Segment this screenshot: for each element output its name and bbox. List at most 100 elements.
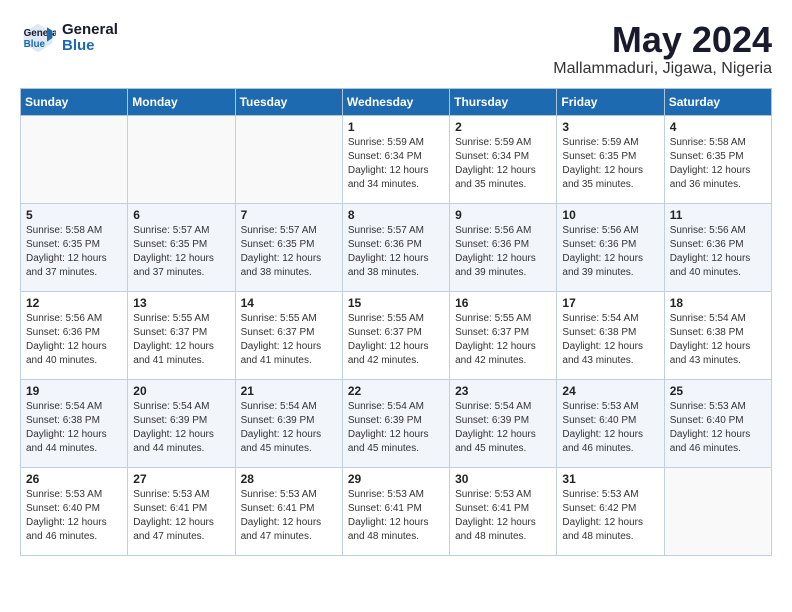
day-number: 8 (348, 208, 444, 222)
calendar-cell: 27Sunrise: 5:53 AMSunset: 6:41 PMDayligh… (128, 467, 235, 555)
day-number: 1 (348, 120, 444, 134)
calendar-cell (235, 115, 342, 203)
calendar-week-row: 19Sunrise: 5:54 AMSunset: 6:38 PMDayligh… (21, 379, 772, 467)
calendar-cell: 24 Sunrise: 5:53 AMSunset: 6:40 PMDayligh… (557, 379, 664, 467)
day-number: 13 (133, 296, 229, 310)
day-detail: Sunrise: 5:59 AMSunset: 6:35 PMDaylight:… (562, 136, 658, 192)
calendar-cell: 26 Sunrise: 5:53 AMSunset: 6:40 PMDayligh… (21, 467, 128, 555)
day-number: 29 (348, 472, 444, 486)
weekday-header-cell: Friday (557, 88, 664, 115)
day-number: 19 (26, 384, 122, 398)
day-detail: Sunrise: 5:59 AMSunset: 6:34 PMDaylight:… (455, 136, 551, 192)
calendar-cell: 22 Sunrise: 5:54 AMSunset: 6:39 PMDayligh… (342, 379, 449, 467)
weekday-header-cell: Thursday (450, 88, 557, 115)
calendar-cell: 28Sunrise: 5:53 AMSunset: 6:41 PMDayligh… (235, 467, 342, 555)
day-detail: Sunrise: 5:54 AMSunset: 6:39 PMDaylight:… (348, 400, 444, 456)
day-detail: Sunrise: 5:55 AMSunset: 6:37 PMDaylight:… (133, 312, 229, 368)
day-number: 5 (26, 208, 122, 222)
day-detail: Sunrise: 5:53 AMSunset: 6:40 PMDaylight:… (26, 488, 122, 544)
calendar-cell: 12Sunrise: 5:56 AMSunset: 6:36 PMDayligh… (21, 291, 128, 379)
day-detail: Sunrise: 5:53 AMSunset: 6:40 PMDaylight:… (670, 400, 766, 456)
page-header: General Blue General Blue May 2024 Malla… (20, 20, 772, 78)
weekday-header-cell: Monday (128, 88, 235, 115)
day-number: 26 (26, 472, 122, 486)
svg-text:Blue: Blue (24, 39, 46, 50)
calendar-body: 1 Sunrise: 5:59 AMSunset: 6:34 PMDaylight… (21, 115, 772, 555)
calendar-cell (21, 115, 128, 203)
day-detail: Sunrise: 5:59 AMSunset: 6:34 PMDaylight:… (348, 136, 444, 192)
calendar-cell: 17 Sunrise: 5:54 AMSunset: 6:38 PMDayligh… (557, 291, 664, 379)
logo-text-blue: Blue (62, 38, 118, 55)
calendar-cell: 3 Sunrise: 5:59 AMSunset: 6:35 PMDaylight… (557, 115, 664, 203)
weekday-header-cell: Saturday (664, 88, 771, 115)
calendar-cell: 6Sunrise: 5:57 AMSunset: 6:35 PMDaylight… (128, 203, 235, 291)
day-number: 21 (241, 384, 337, 398)
calendar-cell: 21Sunrise: 5:54 AMSunset: 6:39 PMDayligh… (235, 379, 342, 467)
calendar-cell: 4 Sunrise: 5:58 AMSunset: 6:35 PMDaylight… (664, 115, 771, 203)
calendar-cell: 14Sunrise: 5:55 AMSunset: 6:37 PMDayligh… (235, 291, 342, 379)
calendar-cell: 15 Sunrise: 5:55 AMSunset: 6:37 PMDayligh… (342, 291, 449, 379)
calendar-cell: 25 Sunrise: 5:53 AMSunset: 6:40 PMDayligh… (664, 379, 771, 467)
day-number: 17 (562, 296, 658, 310)
logo-icon: General Blue (20, 20, 56, 56)
day-detail: Sunrise: 5:54 AMSunset: 6:38 PMDaylight:… (562, 312, 658, 368)
day-detail: Sunrise: 5:53 AMSunset: 6:41 PMDaylight:… (348, 488, 444, 544)
calendar-cell: 9 Sunrise: 5:56 AMSunset: 6:36 PMDaylight… (450, 203, 557, 291)
calendar-cell (128, 115, 235, 203)
weekday-header-cell: Sunday (21, 88, 128, 115)
day-number: 11 (670, 208, 766, 222)
calendar-cell: 13 Sunrise: 5:55 AMSunset: 6:37 PMDayligh… (128, 291, 235, 379)
day-number: 10 (562, 208, 658, 222)
day-detail: Sunrise: 5:53 AMSunset: 6:40 PMDaylight:… (562, 400, 658, 456)
day-number: 3 (562, 120, 658, 134)
day-detail: Sunrise: 5:57 AMSunset: 6:35 PMDaylight:… (241, 224, 337, 280)
day-detail: Sunrise: 5:53 AMSunset: 6:41 PMDaylight:… (241, 488, 337, 544)
calendar-week-row: 26 Sunrise: 5:53 AMSunset: 6:40 PMDayligh… (21, 467, 772, 555)
day-number: 18 (670, 296, 766, 310)
day-detail: Sunrise: 5:53 AMSunset: 6:41 PMDaylight:… (455, 488, 551, 544)
title-block: May 2024 Mallammaduri, Jigawa, Nigeria (553, 20, 772, 78)
day-number: 9 (455, 208, 551, 222)
weekday-header-cell: Wednesday (342, 88, 449, 115)
day-number: 24 (562, 384, 658, 398)
day-number: 20 (133, 384, 229, 398)
logo-text-general: General (62, 22, 118, 39)
logo: General Blue General Blue (20, 20, 118, 56)
day-number: 30 (455, 472, 551, 486)
day-detail: Sunrise: 5:57 AMSunset: 6:36 PMDaylight:… (348, 224, 444, 280)
calendar-cell: 16Sunrise: 5:55 AMSunset: 6:37 PMDayligh… (450, 291, 557, 379)
calendar-cell (664, 467, 771, 555)
calendar-week-row: 5Sunrise: 5:58 AMSunset: 6:35 PMDaylight… (21, 203, 772, 291)
day-detail: Sunrise: 5:56 AMSunset: 6:36 PMDaylight:… (455, 224, 551, 280)
calendar-cell: 5Sunrise: 5:58 AMSunset: 6:35 PMDaylight… (21, 203, 128, 291)
day-number: 4 (670, 120, 766, 134)
month-year-title: May 2024 (553, 20, 772, 60)
day-detail: Sunrise: 5:55 AMSunset: 6:37 PMDaylight:… (348, 312, 444, 368)
calendar-cell: 8 Sunrise: 5:57 AMSunset: 6:36 PMDaylight… (342, 203, 449, 291)
day-detail: Sunrise: 5:54 AMSunset: 6:39 PMDaylight:… (455, 400, 551, 456)
day-number: 14 (241, 296, 337, 310)
calendar-cell: 31 Sunrise: 5:53 AMSunset: 6:42 PMDayligh… (557, 467, 664, 555)
day-detail: Sunrise: 5:58 AMSunset: 6:35 PMDaylight:… (670, 136, 766, 192)
day-number: 7 (241, 208, 337, 222)
day-detail: Sunrise: 5:56 AMSunset: 6:36 PMDaylight:… (562, 224, 658, 280)
day-detail: Sunrise: 5:56 AMSunset: 6:36 PMDaylight:… (26, 312, 122, 368)
day-number: 15 (348, 296, 444, 310)
calendar-cell: 7 Sunrise: 5:57 AMSunset: 6:35 PMDaylight… (235, 203, 342, 291)
day-detail: Sunrise: 5:54 AMSunset: 6:39 PMDaylight:… (133, 400, 229, 456)
day-detail: Sunrise: 5:53 AMSunset: 6:42 PMDaylight:… (562, 488, 658, 544)
day-number: 25 (670, 384, 766, 398)
day-detail: Sunrise: 5:56 AMSunset: 6:36 PMDaylight:… (670, 224, 766, 280)
day-number: 23 (455, 384, 551, 398)
calendar-cell: 1 Sunrise: 5:59 AMSunset: 6:34 PMDaylight… (342, 115, 449, 203)
calendar-table: SundayMondayTuesdayWednesdayThursdayFrid… (20, 88, 772, 556)
calendar-cell: 20 Sunrise: 5:54 AMSunset: 6:39 PMDayligh… (128, 379, 235, 467)
calendar-cell: 18 Sunrise: 5:54 AMSunset: 6:38 PMDayligh… (664, 291, 771, 379)
day-number: 22 (348, 384, 444, 398)
day-number: 31 (562, 472, 658, 486)
calendar-cell: 11 Sunrise: 5:56 AMSunset: 6:36 PMDayligh… (664, 203, 771, 291)
calendar-cell: 10 Sunrise: 5:56 AMSunset: 6:36 PMDayligh… (557, 203, 664, 291)
day-detail: Sunrise: 5:54 AMSunset: 6:38 PMDaylight:… (670, 312, 766, 368)
weekday-header-row: SundayMondayTuesdayWednesdayThursdayFrid… (21, 88, 772, 115)
day-number: 27 (133, 472, 229, 486)
